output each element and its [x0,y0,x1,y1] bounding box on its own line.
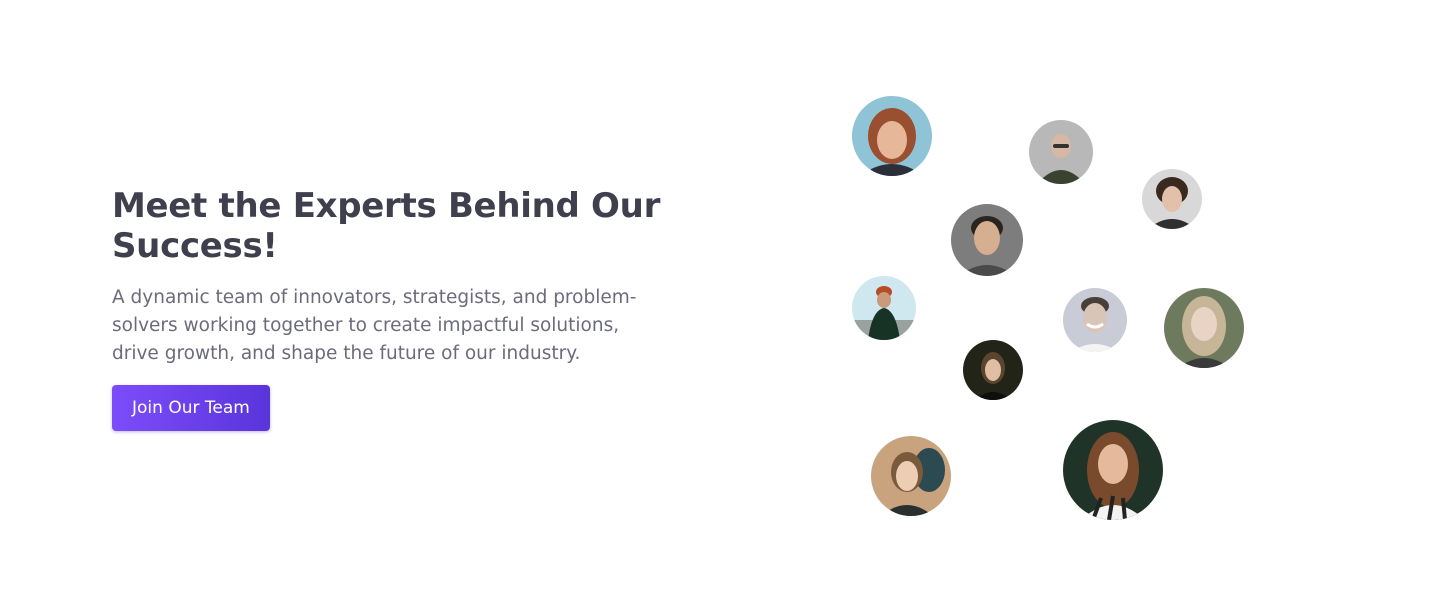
person-photo-icon [1142,169,1202,229]
avatar-smiling-man [1063,288,1127,352]
person-photo-icon [1063,420,1163,520]
person-photo-icon [1029,120,1093,184]
hero-title: Meet the Experts Behind Our Success! [112,186,661,266]
person-photo-icon [1063,288,1127,352]
team-hero-section: Meet the Experts Behind Our Success! A d… [0,0,1440,616]
avatar-young-man [951,204,1023,276]
avatar-woman-red-hair [852,96,932,176]
avatar-bald-man [1029,120,1093,184]
person-photo-icon [951,204,1023,276]
person-photo-icon [963,340,1023,400]
person-photo-icon [871,436,951,516]
avatar-woman-long-hair [1063,420,1163,520]
avatar-girl-dark-bg [963,340,1023,400]
person-photo-icon [1164,288,1244,368]
avatar-curly-hair-teen [1142,169,1202,229]
hero-copy: Meet the Experts Behind Our Success! A d… [112,186,672,431]
join-team-button[interactable]: Join Our Team [112,385,270,431]
avatar-blonde-girl [1164,288,1244,368]
person-photo-icon [852,276,916,340]
avatar-man-beanie [852,276,916,340]
hero-description: A dynamic team of innovators, strategist… [112,287,637,364]
person-photo-icon [852,96,932,176]
avatar-woman-tan-bg [871,436,951,516]
